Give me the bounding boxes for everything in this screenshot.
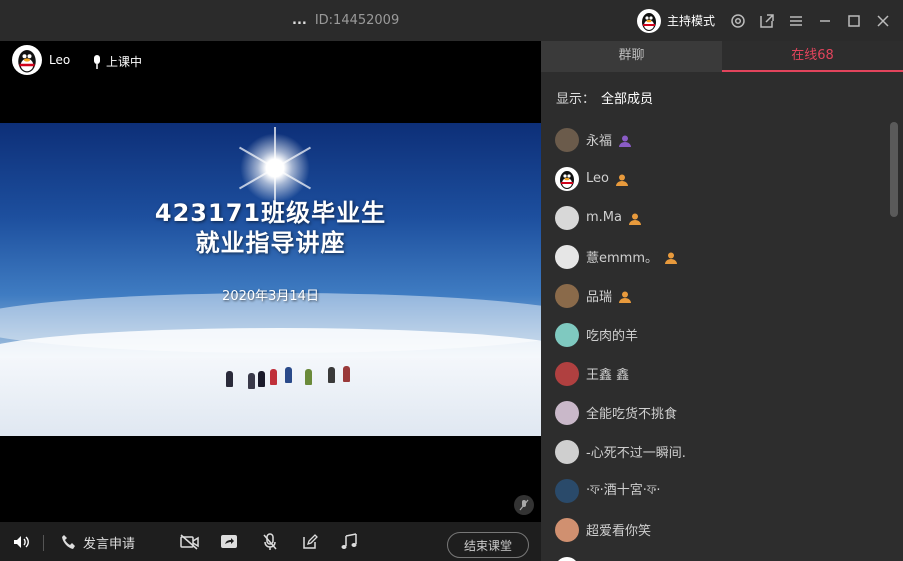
microphone-icon <box>94 54 100 69</box>
avatar <box>555 283 579 308</box>
mic-off-icon[interactable] <box>262 532 278 552</box>
member-name: m.Ma <box>586 210 622 225</box>
hiker <box>328 367 335 383</box>
slide-title: 423171班级毕业生 就业指导讲座 <box>0 198 541 258</box>
camera-off-icon[interactable] <box>180 532 200 552</box>
member-filter[interactable]: 显示： 全部成员 <box>556 88 653 107</box>
slide-date: 2020年3月14日 <box>222 289 319 304</box>
avatar <box>555 322 579 347</box>
member-name: ·ফ·酒十宮·ফ· <box>586 483 661 498</box>
sidebar-tabs: 群聊 在线68 <box>541 41 903 72</box>
member-row[interactable]: 吃肉的羊 <box>555 315 875 354</box>
avatar <box>555 400 579 425</box>
presenter-info: Leo <box>12 45 70 75</box>
toolbar-divider <box>43 535 44 551</box>
member-sidebar: 群聊 在线68 显示： 全部成员 永福 Leo m.Ma 薏emmm。 品瑞吃肉的羊王鑫 … <box>541 41 903 561</box>
minimize-icon[interactable] <box>812 8 837 33</box>
mic-muted-icon[interactable] <box>514 495 534 515</box>
share-screen-icon[interactable] <box>220 532 238 552</box>
avatar <box>555 439 579 464</box>
member-list: 永福 Leo m.Ma 薏emmm。 品瑞吃肉的羊王鑫 鑫全能吃货不挑食 -心死不过一瞬间… <box>555 120 875 561</box>
room-id-text: ID:14452009 <box>314 13 400 28</box>
close-icon[interactable] <box>870 8 895 33</box>
member-name: -心死不过一瞬间. <box>586 446 686 461</box>
role-badge-icon <box>628 211 642 225</box>
video-area: Leo 上课中 423171班级毕业生 就业指导讲座 2020年3月14日 <box>0 41 541 522</box>
title-dots: ... <box>292 13 307 28</box>
end-class-button[interactable]: 结束课堂 <box>447 532 529 558</box>
slide-title-line2: 就业指导讲座 <box>195 229 346 257</box>
host-mode-label[interactable]: 主持模式 <box>667 12 715 29</box>
avatar <box>555 517 579 542</box>
sun <box>240 133 310 203</box>
host-avatar[interactable] <box>636 8 661 33</box>
member-name: Leo <box>586 171 609 186</box>
hiker <box>305 369 312 385</box>
member-name: 永福 <box>586 134 613 149</box>
role-badge-icon <box>664 250 678 264</box>
member-row[interactable]: 薏emmm。 <box>555 237 875 276</box>
member-row[interactable]: 超爱看你笑 <box>555 510 875 549</box>
hiker <box>226 371 233 387</box>
avatar <box>555 166 579 191</box>
avatar <box>555 556 579 561</box>
member-name: 超爱看你笑 <box>586 524 652 539</box>
hiker <box>285 367 292 383</box>
avatar <box>555 361 579 386</box>
member-row[interactable]: -心死不过一瞬间. <box>555 432 875 471</box>
role-badge-icon <box>618 133 632 147</box>
title-bar: ... ID:14452009 主持模式 <box>0 0 903 41</box>
member-row[interactable]: 品瑞 <box>555 276 875 315</box>
settings-icon[interactable] <box>725 8 750 33</box>
member-name: 品瑞 <box>586 290 613 305</box>
role-badge-icon <box>618 289 632 303</box>
room-id: ... ID:14452009 <box>292 13 399 28</box>
member-row[interactable]: Leo <box>555 159 875 198</box>
avatar <box>555 127 579 152</box>
avatar <box>555 478 579 503</box>
popout-icon[interactable] <box>754 8 779 33</box>
hiker <box>248 373 255 389</box>
member-row[interactable]: 全能吃货不挑食 <box>555 393 875 432</box>
class-status: 上课中 <box>92 53 142 70</box>
music-icon[interactable] <box>340 532 358 552</box>
member-row[interactable]: ·ফ·酒十宮·ফ· <box>555 471 875 510</box>
volume-icon[interactable] <box>12 532 30 552</box>
maximize-icon[interactable] <box>841 8 866 33</box>
tab-group-chat[interactable]: 群聊 <box>541 41 722 72</box>
edit-icon[interactable] <box>302 532 318 552</box>
speak-request-button[interactable]: 发言申请 <box>61 532 135 552</box>
tab-online[interactable]: 在线68 <box>722 41 903 72</box>
member-row[interactable]: 423191刘洪伟 <box>555 549 875 561</box>
member-name: 吃肉的羊 <box>586 329 639 344</box>
hiker <box>270 369 277 385</box>
scrollbar[interactable] <box>890 122 898 217</box>
menu-icon[interactable] <box>783 8 808 33</box>
presentation-slide: 423171班级毕业生 就业指导讲座 2020年3月14日 <box>0 123 541 436</box>
avatar <box>555 205 579 230</box>
member-row[interactable]: m.Ma <box>555 198 875 237</box>
filter-value[interactable]: 全部成员 <box>601 92 653 107</box>
role-badge-icon <box>615 172 629 186</box>
hiker <box>258 371 265 387</box>
member-name: 王鑫 鑫 <box>586 368 630 383</box>
slide-title-line1: 423171班级毕业生 <box>154 199 387 227</box>
speak-request-label: 发言申请 <box>83 536 136 552</box>
avatar <box>555 244 579 269</box>
member-row[interactable]: 王鑫 鑫 <box>555 354 875 393</box>
filter-label: 显示： <box>556 92 596 107</box>
presenter-name: Leo <box>49 53 71 67</box>
member-row[interactable]: 永福 <box>555 120 875 159</box>
member-name: 薏emmm。 <box>586 251 658 266</box>
phone-icon <box>62 535 75 549</box>
class-status-text: 上课中 <box>106 55 143 69</box>
presenter-avatar[interactable] <box>12 45 42 75</box>
member-name: 全能吃货不挑食 <box>586 407 678 422</box>
hiker <box>343 366 350 382</box>
